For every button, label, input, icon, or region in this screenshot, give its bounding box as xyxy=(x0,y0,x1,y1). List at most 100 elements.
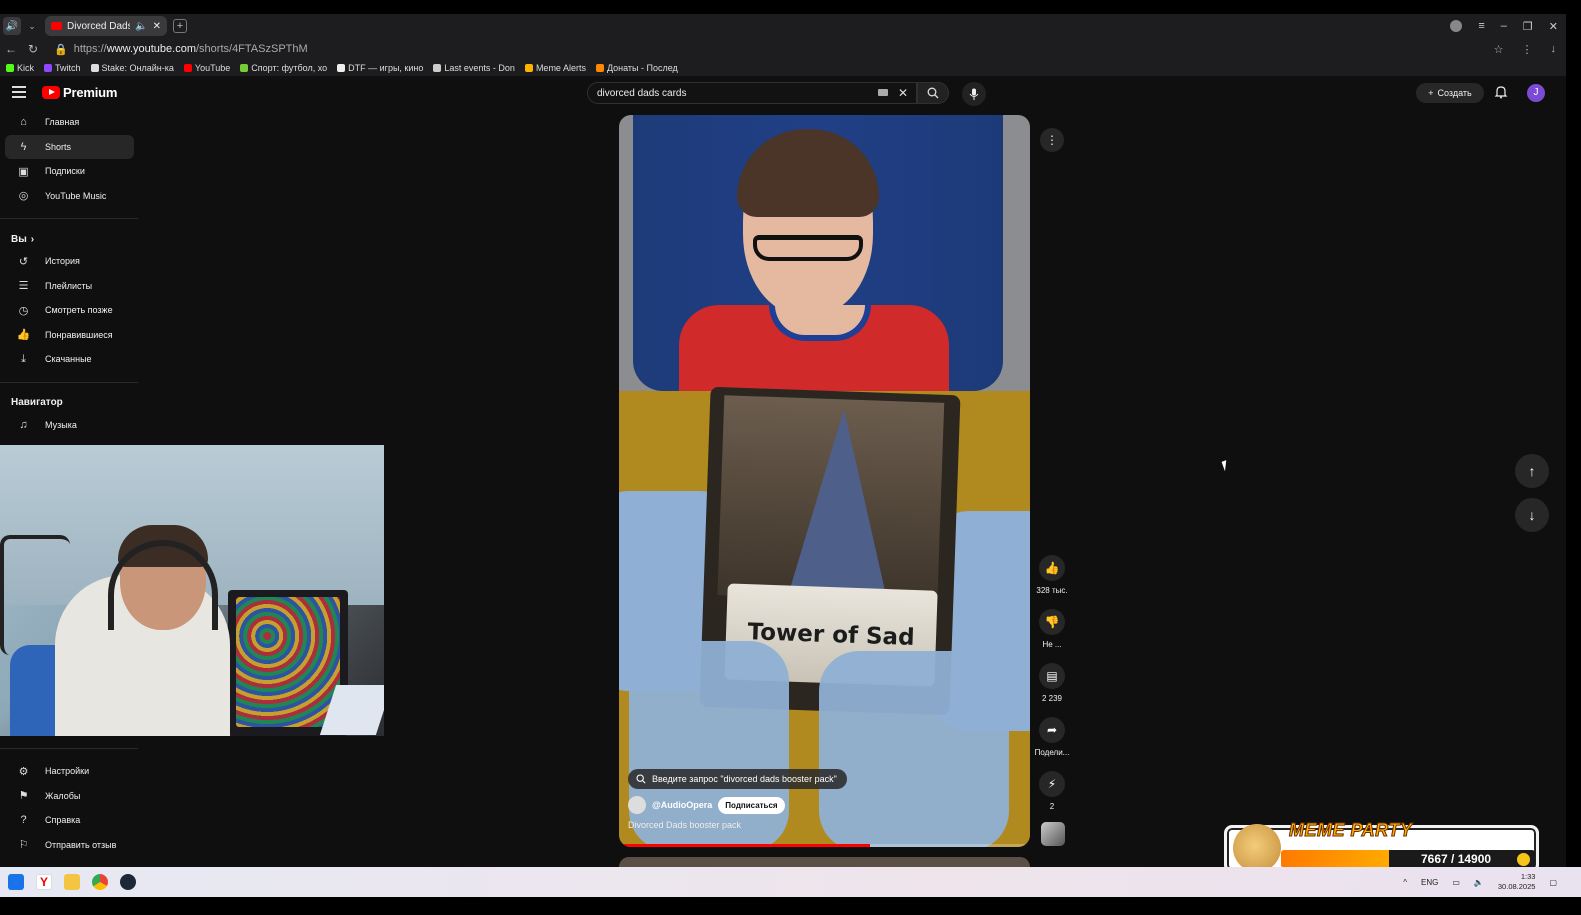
more-icon[interactable]: ⋮ xyxy=(1522,43,1533,56)
sidebar-you-heading[interactable]: Вы › xyxy=(0,229,140,249)
address-bar-actions: ☆ ⋮ ↓ xyxy=(1494,38,1556,60)
sidebar-item-help[interactable]: ? Справка xyxy=(5,808,134,833)
clear-search-icon[interactable]: ✕ xyxy=(898,86,908,100)
notifications-icon[interactable]: ▢ xyxy=(1549,878,1557,887)
sidebar-item-history[interactable]: ↺ История xyxy=(5,249,134,274)
clock-icon: ◷ xyxy=(18,304,29,317)
search-button[interactable] xyxy=(917,82,949,104)
tab-audio-icon[interactable]: 🔊 xyxy=(3,17,21,35)
remix-count: 2 xyxy=(1049,802,1055,811)
shorts-video-player[interactable]: Tower of Sad Введите запрос "divorced da… xyxy=(619,115,1030,847)
menu-icon[interactable] xyxy=(12,86,26,98)
share-action[interactable]: ➦ Подели... xyxy=(1030,717,1074,771)
browser-tab-active[interactable]: Divorced Dads booste 🔈 ✕ xyxy=(45,16,167,36)
mouse-cursor xyxy=(1221,458,1234,472)
youtube-page: Premium divorced dads cards ✕ + Создать … xyxy=(0,76,1566,873)
minimize-icon[interactable]: – xyxy=(1501,20,1507,32)
search-input[interactable]: divorced dads cards ✕ xyxy=(587,82,917,104)
thumbs-up-icon[interactable]: 👍 xyxy=(1039,555,1065,581)
sidebar-item-shorts[interactable]: ϟ Shorts xyxy=(5,134,134,159)
bookmark-stake[interactable]: Stake: Онлайн-ка xyxy=(90,63,174,73)
sidebar-item-reports[interactable]: ⚑ Жалобы xyxy=(5,784,134,809)
search-suggestion-chip[interactable]: Введите запрос "divorced dads booster pa… xyxy=(628,769,847,789)
bookmark-icon[interactable]: ☆ xyxy=(1494,43,1504,56)
volume-icon[interactable]: 🔈 xyxy=(1474,878,1484,887)
video-progress-bar[interactable] xyxy=(619,844,1030,847)
sidebar-item-subscriptions[interactable]: ▣ Подписки xyxy=(5,159,134,184)
share-icon[interactable]: ➦ xyxy=(1039,717,1065,743)
comment-icon[interactable]: ▤ xyxy=(1039,663,1065,689)
video-top-half xyxy=(619,115,1030,391)
screen-bottom-border xyxy=(0,897,1581,915)
sidebar-item-home[interactable]: ⌂ Главная xyxy=(5,110,134,135)
windows-start-icon[interactable] xyxy=(8,874,24,890)
back-icon[interactable]: ← xyxy=(0,42,22,56)
yandex-browser-icon[interactable]: Y xyxy=(36,874,52,890)
bookmark-meme-alerts[interactable]: Meme Alerts xyxy=(524,63,586,73)
notifications-bell-icon[interactable] xyxy=(1494,85,1508,99)
bookmark-donations[interactable]: Донаты - Послед xyxy=(595,63,678,73)
bookmark-twitch[interactable]: Twitch xyxy=(44,63,81,73)
browser-profile-icon[interactable] xyxy=(1450,20,1463,32)
sidebar-item-music[interactable]: ♫ Музыка xyxy=(5,413,134,438)
history-icon: ↺ xyxy=(18,255,29,268)
previous-short-button[interactable]: ↑ xyxy=(1515,454,1549,488)
address-bar: ← ↻ 🔒 https://www.youtube.com/shorts/4FT… xyxy=(0,38,1566,60)
like-action[interactable]: 👍 328 тыс. xyxy=(1030,555,1074,609)
remix-icon[interactable]: ⚡ xyxy=(1039,771,1065,797)
url-field[interactable]: 🔒 https://www.youtube.com/shorts/4FTASzS… xyxy=(54,43,308,56)
screen-top-border xyxy=(0,0,1581,14)
account-avatar[interactable]: J xyxy=(1527,84,1545,102)
keyboard-icon[interactable] xyxy=(878,89,888,96)
bookmark-kick[interactable]: Kick xyxy=(6,63,34,73)
sound-thumbnail[interactable] xyxy=(1041,822,1065,846)
bookmark-last-events[interactable]: Last events - Don xyxy=(433,63,515,73)
video-description[interactable]: Divorced Dads booster pack xyxy=(628,820,741,830)
card-artwork xyxy=(717,395,945,603)
sidebar-item-playlists[interactable]: ☰ Плейлисты xyxy=(5,274,134,299)
sidebar-item-watch-later[interactable]: ◷ Смотреть позже xyxy=(5,298,134,323)
language-indicator[interactable]: ENG xyxy=(1421,878,1438,887)
sidebar-item-youtube-music[interactable]: ◎ YouTube Music xyxy=(5,184,134,209)
bookmark-dtf[interactable]: DTF — игры, кино xyxy=(337,63,423,73)
tab-list-chevron-icon[interactable]: ⌄ xyxy=(25,17,39,35)
file-explorer-icon[interactable] xyxy=(64,874,80,890)
browser-menu-icon[interactable]: ≡ xyxy=(1478,20,1484,32)
download-icon[interactable]: ↓ xyxy=(1551,43,1557,55)
browser-scrollbar[interactable] xyxy=(1566,14,1581,867)
sidebar-item-liked[interactable]: 👍 Понравившиеся xyxy=(5,323,134,348)
voice-search-button[interactable] xyxy=(962,82,986,106)
close-window-icon[interactable]: ✕ xyxy=(1549,20,1558,33)
sidebar-item-feedback[interactable]: ⚐ Отправить отзыв xyxy=(5,833,134,858)
channel-handle[interactable]: @AudioOpera xyxy=(652,800,712,810)
subscribe-button[interactable]: Подписаться xyxy=(718,796,785,814)
more-options-button[interactable]: ⋮ xyxy=(1040,128,1064,152)
share-label: Подели... xyxy=(1034,748,1070,757)
help-icon: ? xyxy=(20,814,27,827)
reload-icon[interactable]: ↻ xyxy=(22,42,44,56)
youtube-logo[interactable]: Premium xyxy=(42,85,117,100)
channel-avatar[interactable] xyxy=(628,796,646,814)
tray-chevron-icon[interactable]: ^ xyxy=(1403,878,1407,887)
dislike-action[interactable]: 👎 Не ... xyxy=(1030,609,1074,663)
network-icon[interactable]: ▭ xyxy=(1452,878,1460,887)
thumbs-down-icon[interactable]: 👎 xyxy=(1039,609,1065,635)
clock[interactable]: 1:33 30.08.2025 xyxy=(1498,872,1536,892)
next-short-button[interactable]: ↓ xyxy=(1515,498,1549,532)
next-short-preview[interactable] xyxy=(619,857,1030,867)
chrome-icon[interactable] xyxy=(92,874,108,890)
remix-action[interactable]: ⚡ 2 xyxy=(1030,771,1074,825)
restore-icon[interactable]: ❐ xyxy=(1523,20,1533,33)
bookmark-youtube[interactable]: YouTube xyxy=(183,63,230,73)
sidebar-item-downloads[interactable]: ⤓ Скачанные xyxy=(5,347,134,372)
microphone-icon xyxy=(969,88,979,100)
windows-taskbar: Y ^ ENG ▭ 🔈 1:33 30.08.2025 ▢ xyxy=(0,867,1581,897)
create-button[interactable]: + Создать xyxy=(1416,83,1484,103)
tab-mute-icon[interactable]: 🔈 xyxy=(135,21,147,32)
steam-icon[interactable] xyxy=(120,874,136,890)
comments-action[interactable]: ▤ 2 239 xyxy=(1030,663,1074,717)
tab-close-icon[interactable]: ✕ xyxy=(153,21,161,32)
bookmark-sport[interactable]: Спорт: футбол, хо xyxy=(240,63,327,73)
sidebar-item-settings[interactable]: ⚙ Настройки xyxy=(5,759,134,784)
new-tab-button[interactable]: + xyxy=(173,19,187,33)
